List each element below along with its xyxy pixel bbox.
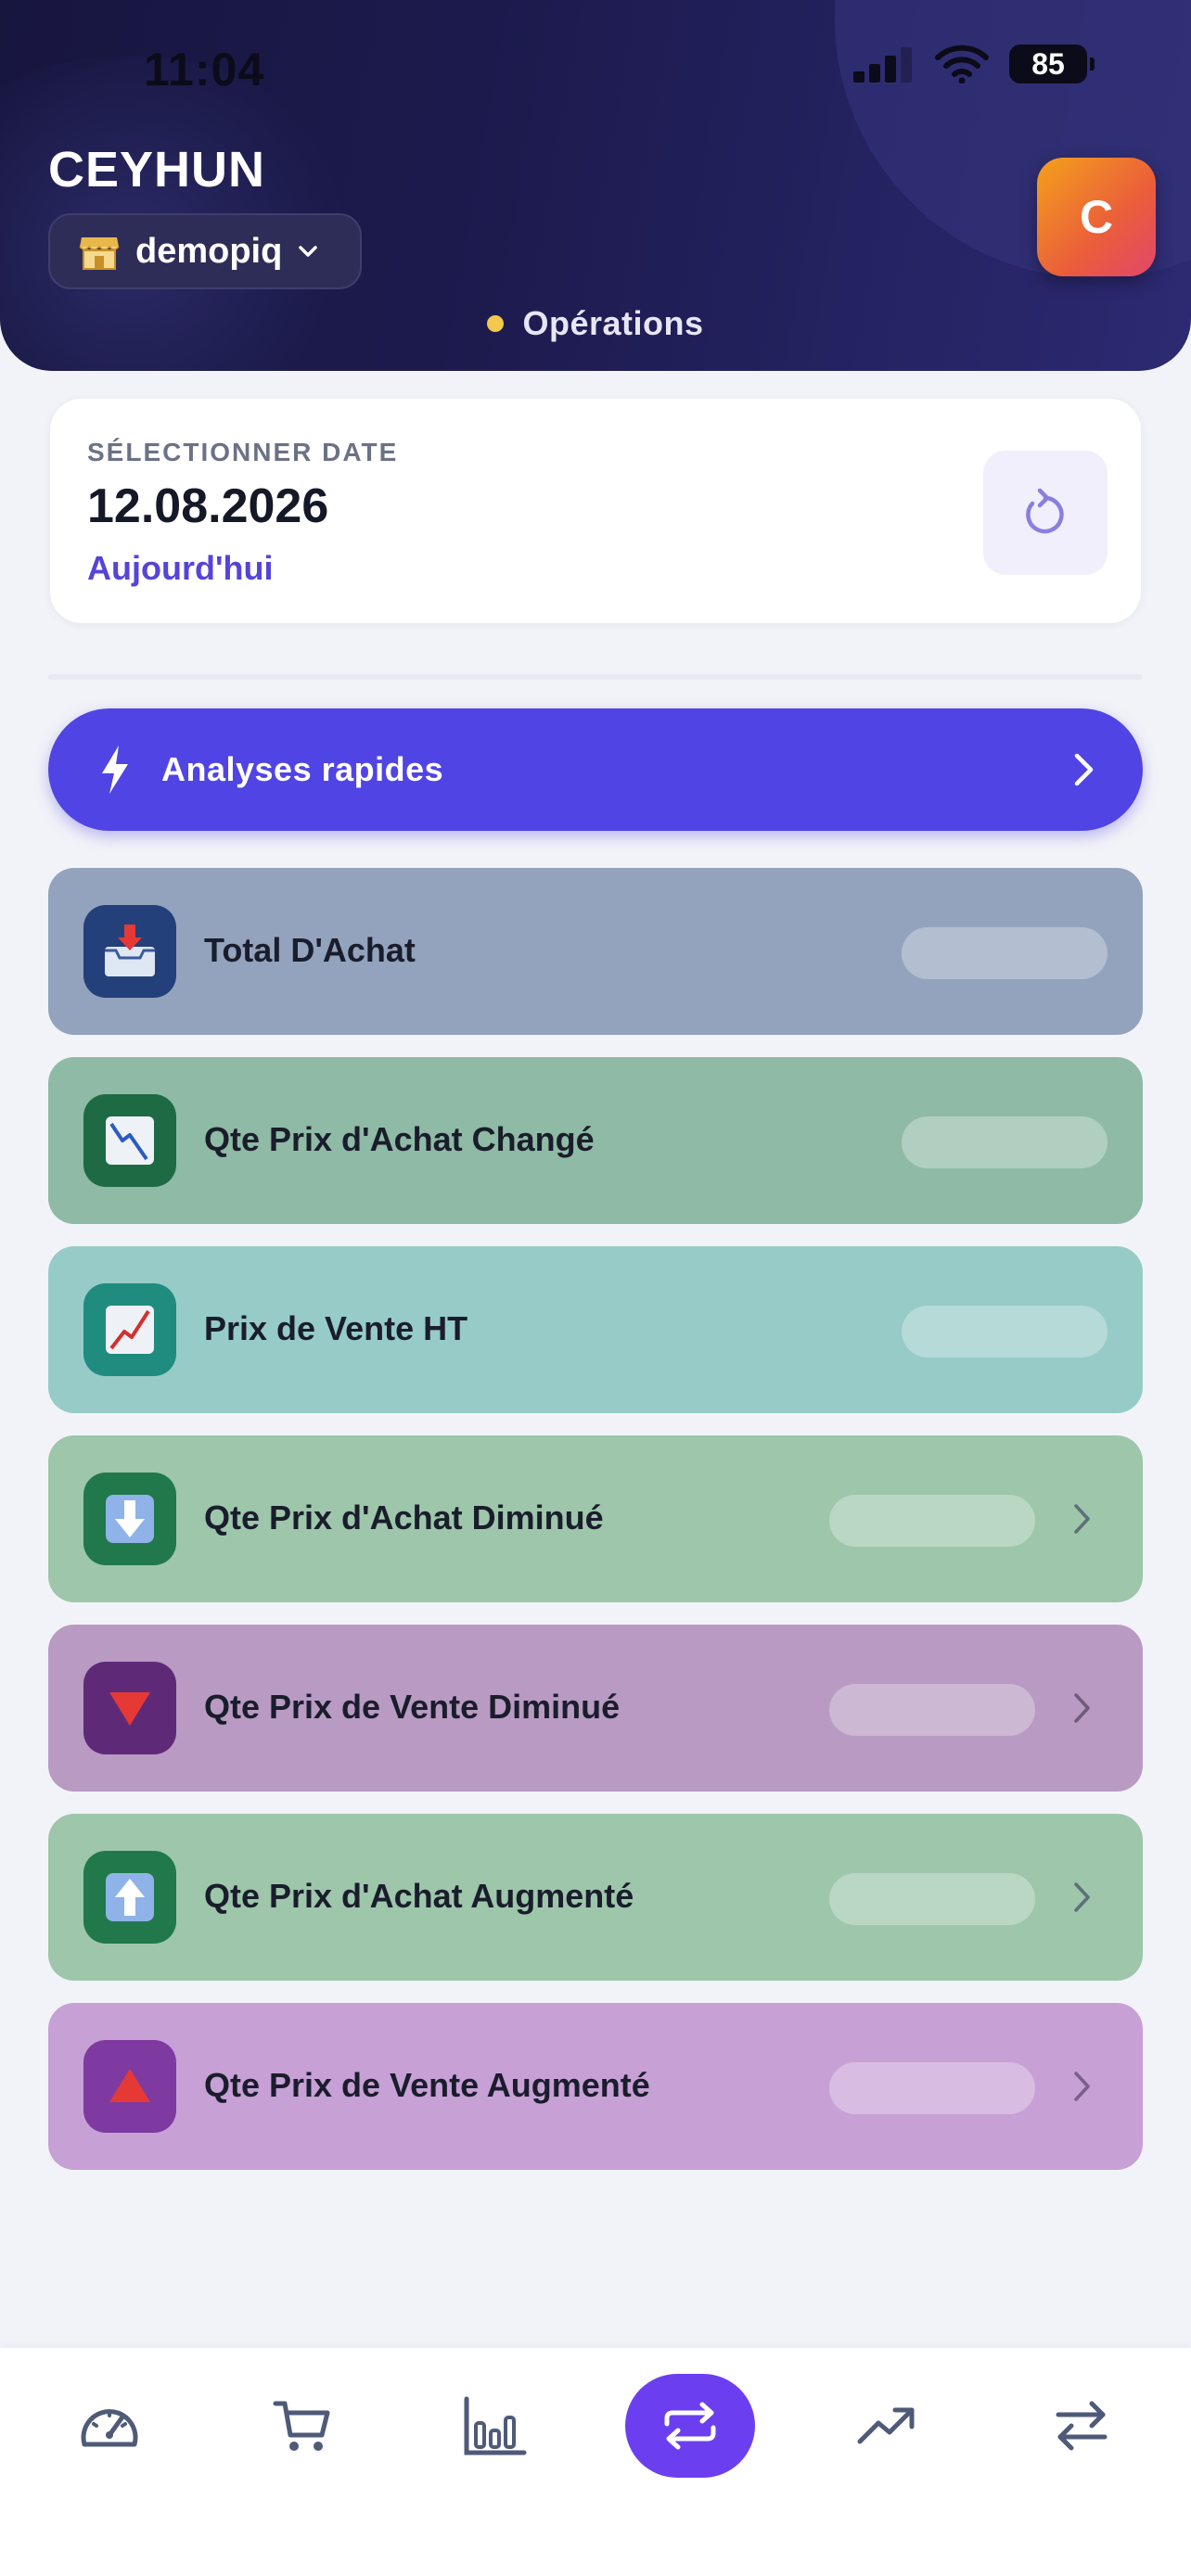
metric-label: Qte Prix d'Achat Changé: [204, 1120, 595, 1158]
chevron-right-icon: [1074, 2072, 1090, 2101]
date-selector-card[interactable]: SÉLECTIONNER DATE 12.08.2026 Aujourd'hui: [50, 399, 1141, 623]
metric-qte-prix-vente-augmente[interactable]: Qte Prix de Vente Augmenté: [48, 2003, 1143, 2170]
metric-label: Qte Prix de Vente Augmenté: [204, 2066, 650, 2104]
bar-chart-icon: [464, 2396, 527, 2455]
lightning-icon: [102, 746, 128, 794]
status-icons: 85: [853, 45, 1095, 83]
nav-statistics[interactable]: [430, 2374, 560, 2478]
metric-value-placeholder: [829, 1495, 1035, 1547]
date-label: SÉLECTIONNER DATE: [87, 438, 399, 466]
store-selector[interactable]: demopiq: [48, 213, 362, 289]
metric-value-placeholder: [829, 1684, 1035, 1736]
quick-analyses-button[interactable]: Analyses rapides: [48, 708, 1143, 831]
refresh-button[interactable]: [983, 451, 1108, 575]
chart-decreasing-icon: [83, 1094, 176, 1187]
cart-icon: [273, 2401, 330, 2451]
user-avatar[interactable]: C: [1037, 158, 1156, 276]
metric-value-placeholder: [902, 1306, 1108, 1358]
today-link[interactable]: Aujourd'hui: [87, 549, 274, 588]
chevron-right-icon: [1074, 1504, 1090, 1534]
metric-label: Qte Prix d'Achat Augmenté: [204, 1877, 634, 1915]
store-name: demopiq: [135, 231, 283, 271]
cellular-signal-icon: [853, 47, 912, 83]
nav-dashboard[interactable]: [45, 2374, 174, 2478]
status-time: 11:04: [144, 44, 265, 96]
metric-label: Qte Prix de Vente Diminué: [204, 1688, 621, 1726]
chart-increasing-icon: [83, 1283, 176, 1376]
user-name: CEYHUN: [48, 142, 266, 198]
bottom-navigation: [0, 2348, 1191, 2576]
metric-prix-vente-ht[interactable]: Prix de Vente HT: [48, 1246, 1143, 1413]
chevron-right-icon: [1074, 753, 1094, 786]
store-icon: [79, 237, 120, 270]
inbox-tray-icon: [83, 905, 176, 998]
metric-label: Qte Prix d'Achat Diminué: [204, 1498, 604, 1537]
metric-qte-prix-achat-change[interactable]: Qte Prix d'Achat Changé: [48, 1057, 1143, 1224]
wifi-icon: [935, 45, 989, 83]
divider: [48, 674, 1143, 680]
battery-indicator: 85: [1009, 45, 1095, 83]
speedometer-icon: [81, 2409, 138, 2447]
up-arrow-icon: [83, 1851, 176, 1944]
metric-value-placeholder: [829, 2062, 1035, 2114]
quick-analyses-label: Analyses rapides: [161, 750, 444, 788]
chevron-right-icon: [1074, 1693, 1090, 1723]
down-arrow-icon: [83, 1473, 176, 1565]
section-indicator: Opérations: [0, 304, 1191, 343]
nav-trends[interactable]: [822, 2374, 952, 2478]
repeat-icon: [664, 2402, 716, 2450]
metric-qte-prix-vente-diminue[interactable]: Qte Prix de Vente Diminué: [48, 1625, 1143, 1792]
transfer-arrows-icon: [1056, 2401, 1108, 2451]
section-title: Opérations: [522, 304, 704, 342]
chevron-right-icon: [1074, 1882, 1090, 1912]
nav-operations[interactable]: [625, 2374, 755, 2478]
chevron-down-icon: [299, 246, 318, 257]
metric-label: Prix de Vente HT: [204, 1309, 468, 1347]
metric-total-achat[interactable]: Total D'Achat: [48, 868, 1143, 1035]
nav-purchases[interactable]: [237, 2374, 367, 2478]
metric-qte-prix-achat-diminue[interactable]: Qte Prix d'Achat Diminué: [48, 1435, 1143, 1602]
metric-value-placeholder: [829, 1873, 1035, 1925]
metric-qte-prix-achat-augmente[interactable]: Qte Prix d'Achat Augmenté: [48, 1814, 1143, 1981]
metric-label: Total D'Achat: [204, 931, 416, 969]
trending-up-icon: [857, 2407, 915, 2444]
metric-value-placeholder: [902, 927, 1108, 979]
red-triangle-up-icon: [83, 2040, 176, 2133]
metric-value-placeholder: [902, 1116, 1108, 1168]
red-triangle-down-icon: [83, 1662, 176, 1754]
header: 11:04 85 CEYHUN demopiq C Opérations: [0, 0, 1191, 371]
refresh-icon: [1026, 488, 1064, 534]
section-dot: [487, 315, 505, 332]
nav-transfers[interactable]: [1017, 2374, 1146, 2478]
selected-date: 12.08.2026: [87, 479, 329, 533]
